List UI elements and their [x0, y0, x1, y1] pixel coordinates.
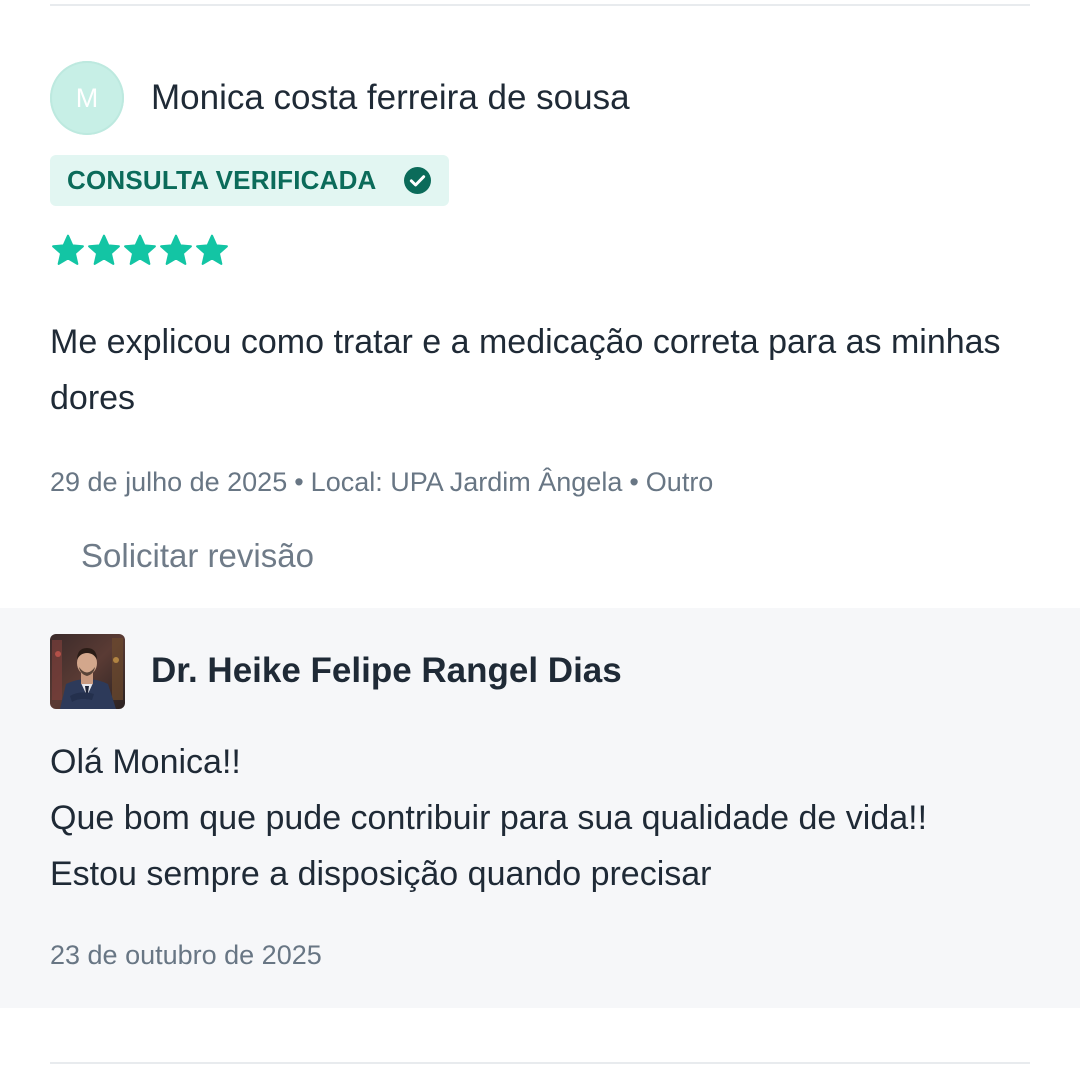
doctor-reply: Dr. Heike Felipe Rangel Dias Olá Monica!… — [0, 608, 1080, 1008]
reply-line: Olá Monica!! — [50, 743, 241, 781]
review-category: Outro — [645, 467, 714, 497]
reviewer-avatar: M — [50, 61, 124, 135]
doctor-name: Dr. Heike Felipe Rangel Dias — [151, 651, 622, 690]
reply-text: Olá Monica!! Que bom que pude contribuir… — [50, 734, 1040, 902]
star-icon — [160, 234, 192, 265]
star-icon — [88, 234, 120, 265]
review-page: M Monica costa ferreira de sousa CONSULT… — [0, 0, 1080, 1073]
reviewer-name: Monica costa ferreira de sousa — [151, 78, 630, 117]
doctor-photo-image — [50, 634, 125, 709]
reply-date: 23 de outubro de 2025 — [50, 940, 322, 970]
meta-separator: • — [294, 467, 304, 497]
star-rating — [50, 233, 230, 269]
verified-badge: CONSULTA VERIFICADA — [50, 155, 449, 206]
review-date: 29 de julho de 2025 — [50, 467, 288, 497]
review-card: M Monica costa ferreira de sousa CONSULT… — [50, 0, 1030, 607]
bottom-divider — [50, 1062, 1030, 1064]
doctor-avatar — [50, 634, 125, 709]
review-text: Me explicou como tratar e a medicação co… — [50, 323, 1001, 417]
check-circle-icon — [404, 167, 431, 194]
star-icon — [52, 234, 84, 265]
verified-badge-label: CONSULTA VERIFICADA — [67, 165, 377, 195]
review-meta: 29 de julho de 2025 • Local: UPA Jardim Ân… — [50, 467, 713, 498]
star-icon — [196, 234, 228, 265]
request-review-link[interactable]: Solicitar revisão — [81, 537, 314, 575]
star-icon — [124, 234, 156, 265]
reply-line: Estou sempre a disposição quando precisa… — [50, 855, 712, 893]
review-location: Local: UPA Jardim Ângela — [310, 467, 623, 497]
meta-separator: • — [629, 467, 639, 497]
reply-line: Que bom que pude contribuir para sua qua… — [50, 799, 928, 837]
